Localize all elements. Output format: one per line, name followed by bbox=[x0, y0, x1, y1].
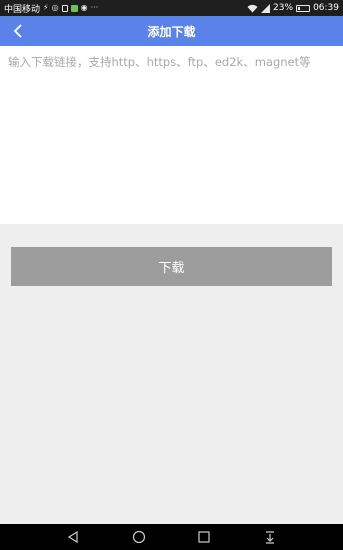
carrier-label: 中国移动 bbox=[4, 4, 41, 15]
signal-icon bbox=[261, 3, 271, 13]
chevron-left-icon bbox=[13, 24, 22, 38]
clock: 06:39 bbox=[313, 3, 339, 13]
app-bar: 添加下载 bbox=[0, 16, 343, 46]
back-button[interactable] bbox=[6, 16, 30, 46]
page-title: 添加下载 bbox=[147, 24, 196, 39]
battery-percent: 23% bbox=[273, 3, 294, 13]
image-icon bbox=[70, 4, 78, 12]
back-triangle-icon bbox=[67, 530, 78, 544]
app-icon: ◉ bbox=[80, 3, 88, 12]
nav-notification-button[interactable] bbox=[258, 525, 282, 549]
wifi-icon bbox=[247, 4, 258, 12]
nav-back-button[interactable] bbox=[61, 525, 85, 549]
home-circle-icon bbox=[132, 530, 145, 544]
status-bar: 中国移动 ⚡ ◎ ◉ ··· 23% 06:39 bbox=[0, 0, 343, 16]
lightning-icon: ⚡ bbox=[43, 3, 49, 12]
battery-icon bbox=[296, 4, 311, 12]
battery-fill bbox=[298, 6, 301, 10]
notification-pulldown-icon bbox=[266, 531, 275, 544]
more-dots-icon: ··· bbox=[90, 3, 99, 12]
navigation-bar bbox=[0, 524, 343, 550]
wechat-icon: ◎ bbox=[51, 3, 59, 12]
status-left: 中国移动 ⚡ ◎ ◉ ··· bbox=[4, 2, 247, 15]
input-area bbox=[0, 46, 343, 224]
notification-icon bbox=[61, 4, 68, 12]
recents-square-icon bbox=[198, 531, 210, 543]
nav-home-button[interactable] bbox=[127, 525, 151, 549]
download-url-input[interactable] bbox=[0, 46, 343, 224]
download-button[interactable]: 下载 bbox=[11, 247, 332, 286]
nav-recents-button[interactable] bbox=[192, 525, 216, 549]
status-right: 23% 06:39 bbox=[247, 3, 339, 13]
